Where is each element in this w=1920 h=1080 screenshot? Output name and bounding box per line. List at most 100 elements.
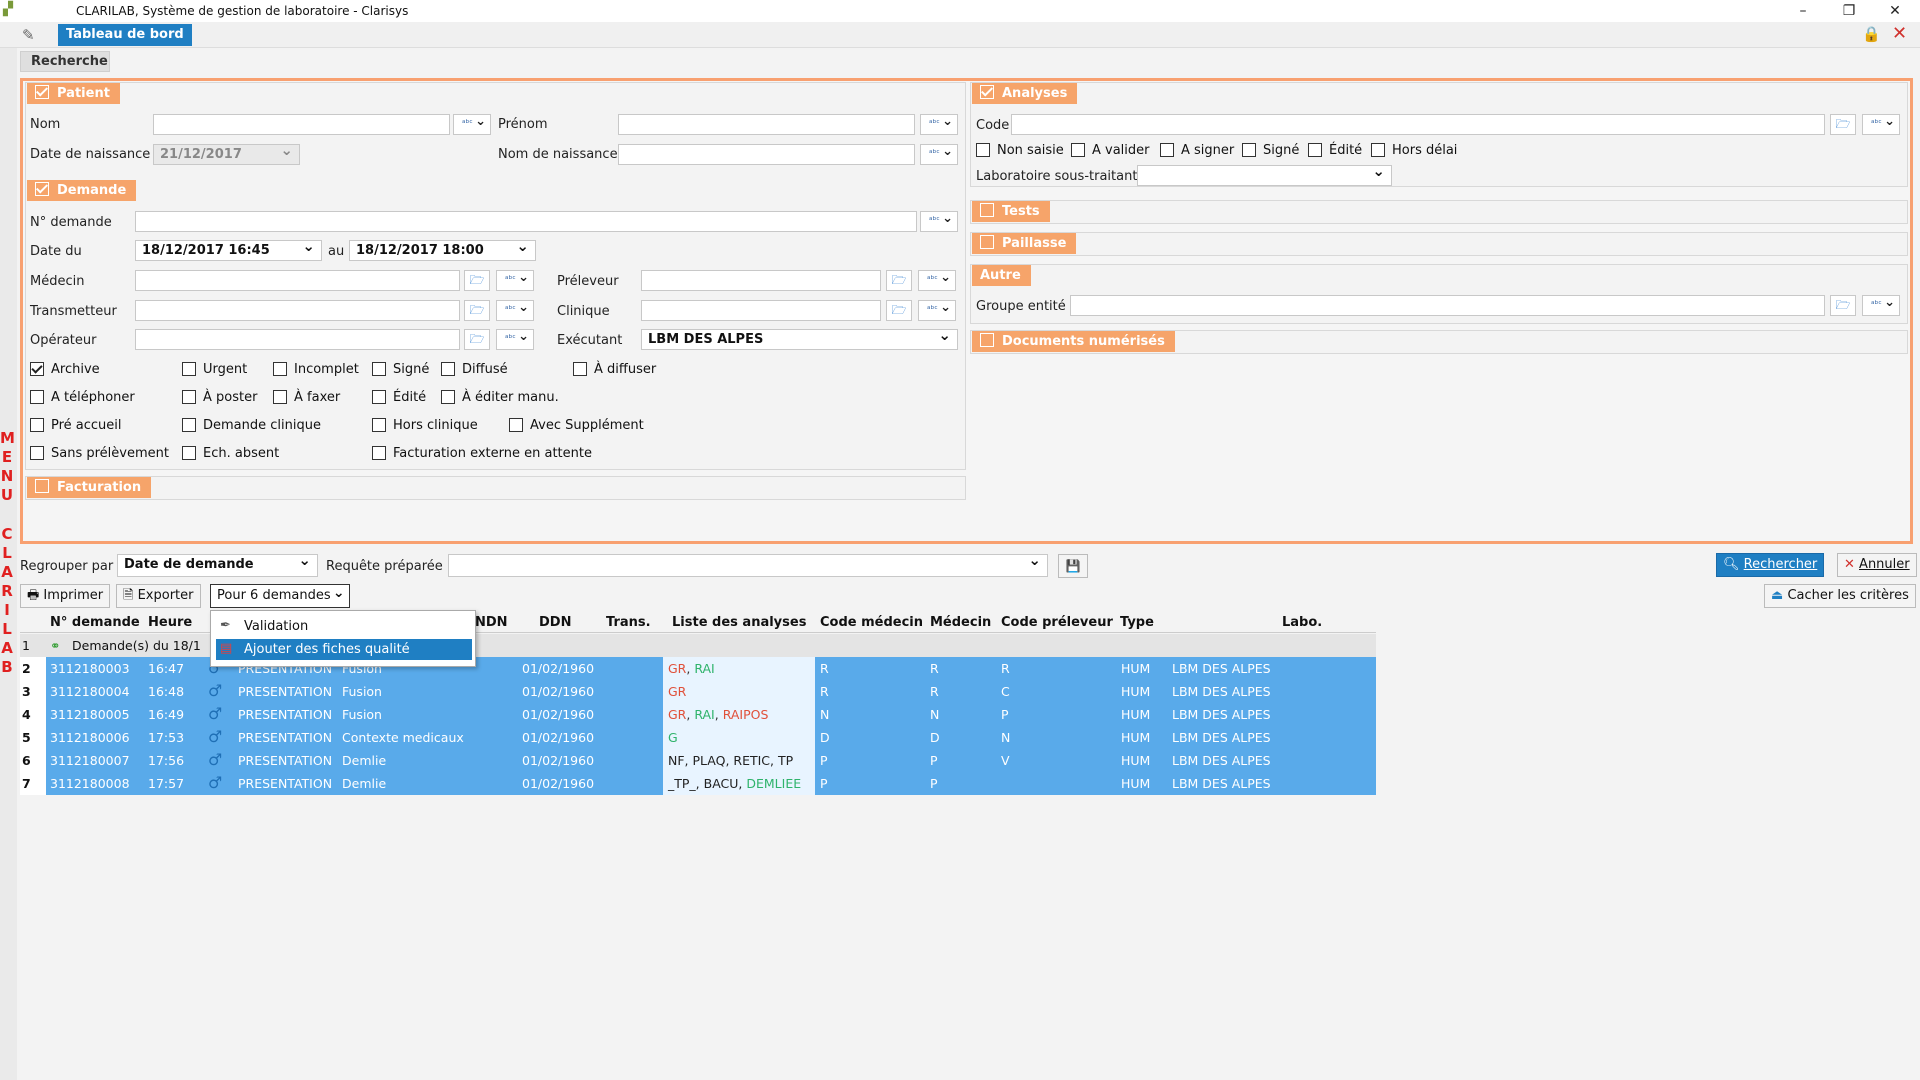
paillasse-section-checkbox[interactable] <box>980 235 994 249</box>
demande-checkbox[interactable]: Demande clinique <box>182 418 321 434</box>
demande-checkbox[interactable]: À éditer manu. <box>441 390 559 406</box>
col-code-preleveur[interactable]: Code préleveur <box>1001 615 1113 630</box>
documents-section-checkbox[interactable] <box>980 333 994 347</box>
checkbox-box[interactable] <box>372 390 386 404</box>
side-menu-letter[interactable]: C <box>0 526 14 543</box>
annuler-button[interactable]: ✕ Annuler <box>1837 553 1917 577</box>
demande-checkbox[interactable]: Ech. absent <box>182 446 279 462</box>
clinique-mode-select[interactable]: ᵃᵇᶜ <box>918 298 956 321</box>
checkbox-box[interactable] <box>441 362 455 376</box>
side-menu-letter[interactable]: B <box>0 659 14 676</box>
regrouper-select[interactable]: Date de demande <box>117 551 318 577</box>
checkbox-box[interactable] <box>1242 143 1256 157</box>
lock-icon[interactable]: 🔒 <box>1862 25 1881 43</box>
executant-select[interactable]: LBM DES ALPES <box>641 326 958 350</box>
tab-tableau-de-bord[interactable]: Tableau de bord <box>58 24 192 46</box>
checkbox-box[interactable] <box>30 362 44 376</box>
checkbox-box[interactable] <box>573 362 587 376</box>
demande-checkbox[interactable]: À poster <box>182 390 257 406</box>
date-to-input[interactable]: 18/12/2017 18:00 <box>349 237 536 261</box>
clinique-input[interactable] <box>641 300 881 321</box>
operateur-mode-select[interactable]: ᵃᵇᶜ <box>496 327 534 350</box>
table-row[interactable]: 3 3112180004 16:48 PRESENTATION Fusion 01/02/… <box>20 680 1376 703</box>
patient-section-checkbox[interactable] <box>35 85 49 99</box>
nom-naissance-input[interactable] <box>618 144 915 165</box>
col-trans[interactable]: Trans. <box>606 615 651 630</box>
date-from-input[interactable]: 18/12/2017 16:45 <box>135 237 322 261</box>
preleveur-folder-icon[interactable]: 🗁 <box>886 270 912 291</box>
date-naissance-input[interactable]: 21/12/2017 <box>153 141 300 165</box>
checkbox-box[interactable] <box>372 446 386 460</box>
demande-checkbox[interactable]: Incomplet <box>273 362 359 378</box>
facturation-section-checkbox[interactable] <box>35 479 49 493</box>
groupe-entite-input[interactable] <box>1070 295 1825 316</box>
side-menu-letter[interactable]: A <box>0 564 14 581</box>
operateur-folder-icon[interactable]: 🗁 <box>464 329 490 350</box>
table-row[interactable]: 4 3112180005 16:49 PRESENTATION Fusion 01/02/… <box>20 703 1376 726</box>
demande-checkbox[interactable]: Diffusé <box>441 362 508 378</box>
checkbox-box[interactable] <box>30 446 44 460</box>
num-demande-mode-select[interactable]: ᵃᵇᶜ <box>920 209 958 232</box>
table-row[interactable]: 6 3112180007 17:56 PRESENTATION Demlie 01/02/… <box>20 749 1376 772</box>
nom-input[interactable] <box>153 114 450 135</box>
transmetteur-folder-icon[interactable]: 🗁 <box>464 300 490 321</box>
medecin-folder-icon[interactable]: 🗁 <box>464 270 490 291</box>
side-menu-letter[interactable]: A <box>0 640 14 657</box>
checkbox-box[interactable] <box>30 390 44 404</box>
prenom-input[interactable] <box>618 114 915 135</box>
checkbox-box[interactable] <box>976 143 990 157</box>
operateur-input[interactable] <box>135 329 460 350</box>
table-row[interactable]: 7 3112180008 17:57 PRESENTATION Demlie 01/02/… <box>20 772 1376 795</box>
side-menu-letter[interactable]: L <box>0 621 14 638</box>
side-menu-letter[interactable]: R <box>0 583 14 600</box>
checkbox-box[interactable] <box>1308 143 1322 157</box>
prenom-mode-select[interactable]: ᵃᵇᶜ <box>920 112 958 135</box>
side-menu-letter[interactable]: N <box>0 468 14 485</box>
analyses-checkbox[interactable]: Signé <box>1242 143 1299 159</box>
side-menu-letter[interactable]: E <box>0 449 14 466</box>
col-num[interactable]: N° demande <box>50 615 140 630</box>
col-analyses[interactable]: Liste des analyses <box>672 615 806 630</box>
checkbox-box[interactable] <box>1371 143 1385 157</box>
demande-checkbox[interactable]: Urgent <box>182 362 247 378</box>
demande-checkbox[interactable]: Pré accueil <box>30 418 122 434</box>
paperclip-icon[interactable]: ✎ <box>22 26 42 44</box>
side-menu-letter[interactable]: I <box>0 602 14 619</box>
analyses-section-header[interactable]: Analyses <box>972 83 1078 104</box>
checkbox-box[interactable] <box>273 390 287 404</box>
demande-section-checkbox[interactable] <box>35 182 49 196</box>
col-medecin[interactable]: Médecin <box>930 615 991 630</box>
side-menu-letter[interactable]: U <box>0 487 14 504</box>
demande-checkbox[interactable]: À faxer <box>273 390 340 406</box>
checkbox-box[interactable] <box>372 362 386 376</box>
documents-section-header[interactable]: Documents numérisés <box>972 331 1175 352</box>
groupe-entite-folder-icon[interactable]: 🗁 <box>1830 295 1856 316</box>
checkbox-box[interactable] <box>1071 143 1085 157</box>
demande-checkbox[interactable]: Signé <box>372 362 429 378</box>
transmetteur-mode-select[interactable]: ᵃᵇᶜ <box>496 298 534 321</box>
demande-checkbox[interactable]: À diffuser <box>573 362 656 378</box>
col-code-medecin[interactable]: Code médecin <box>820 615 923 630</box>
checkbox-box[interactable] <box>182 418 196 432</box>
checkbox-box[interactable] <box>372 418 386 432</box>
demande-checkbox[interactable]: Hors clinique <box>372 418 478 434</box>
minimize-button[interactable]: – <box>1780 1 1826 21</box>
checkbox-box[interactable] <box>182 446 196 460</box>
autre-section-header[interactable]: Autre <box>972 265 1031 286</box>
table-row[interactable]: 5 3112180006 17:53 PRESENTATION Contexte med… <box>20 726 1376 749</box>
save-query-icon[interactable]: 💾 <box>1058 554 1088 578</box>
checkbox-box[interactable] <box>509 418 523 432</box>
analyses-checkbox[interactable]: Édité <box>1308 143 1362 159</box>
demande-checkbox[interactable]: Avec Supplément <box>509 418 644 434</box>
nom-mode-select[interactable]: ᵃᵇᶜ <box>453 112 491 135</box>
imprimer-button[interactable]: 🖶 Imprimer <box>20 584 111 608</box>
demande-checkbox[interactable]: Facturation externe en attente <box>372 446 592 462</box>
transmetteur-input[interactable] <box>135 300 460 321</box>
nom-naissance-mode-select[interactable]: ᵃᵇᶜ <box>920 142 958 165</box>
facturation-section-header[interactable]: Facturation <box>27 477 152 498</box>
code-input[interactable] <box>1011 114 1825 135</box>
code-folder-icon[interactable]: 🗁 <box>1830 114 1856 135</box>
analyses-section-checkbox[interactable] <box>980 85 994 99</box>
demande-checkbox[interactable]: A téléphoner <box>30 390 135 406</box>
demande-section-header[interactable]: Demande <box>27 180 137 201</box>
